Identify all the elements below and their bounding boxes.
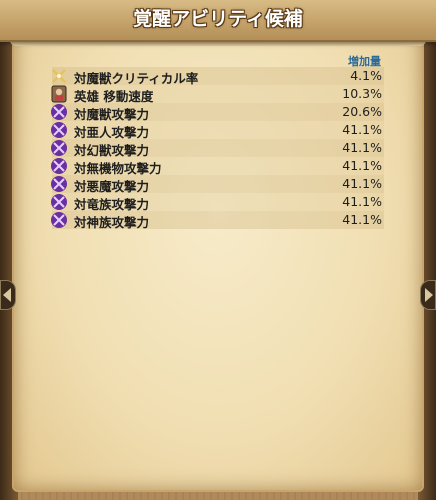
purple-sword-icon <box>51 104 67 120</box>
purple-sword-icon <box>51 176 67 192</box>
chevron-left-icon <box>3 288 11 302</box>
list-item[interactable]: 対魔獣攻撃力 20.6% <box>51 103 384 122</box>
title-bar: 覚醒アビリティ候補 <box>0 0 436 42</box>
list-item[interactable]: 対無機物攻撃力 41.1% <box>51 157 384 176</box>
prev-page-button[interactable] <box>0 280 16 310</box>
list-item[interactable]: 対神族攻撃力 41.1% <box>51 211 384 230</box>
list-item[interactable]: 対亜人攻撃力 41.1% <box>51 121 384 140</box>
ability-value: 41.1% <box>342 176 382 191</box>
purple-sword-icon <box>51 122 67 138</box>
list-item[interactable]: 対幻獣攻撃力 41.1% <box>51 139 384 158</box>
ability-value: 41.1% <box>342 122 382 137</box>
purple-sword-icon <box>51 194 67 210</box>
ability-name: 対神族攻撃力 <box>74 215 150 230</box>
ability-value: 41.1% <box>342 158 382 173</box>
hero-icon <box>51 85 67 103</box>
gold-sword-icon <box>52 69 66 83</box>
ability-value: 41.1% <box>342 212 382 227</box>
ability-value: 41.1% <box>342 140 382 155</box>
panel-title: 覚醒アビリティ候補 <box>133 8 303 30</box>
purple-sword-icon <box>51 158 67 174</box>
ability-value: 4.1% <box>350 68 382 83</box>
ability-list: 対魔獣クリティカル率 4.1% 英雄 移動速度 10.3% 対魔獣攻撃力 20.… <box>51 67 384 230</box>
list-item[interactable]: 対悪魔攻撃力 41.1% <box>51 175 384 194</box>
next-page-button[interactable] <box>420 280 436 310</box>
panel-frame: 覚醒アビリティ候補 増加量 対魔獣クリティカル率 4.1% 英雄 移動速度 10… <box>0 0 436 500</box>
list-item[interactable]: 対竜族攻撃力 41.1% <box>51 193 384 212</box>
purple-sword-icon <box>51 140 67 156</box>
chevron-right-icon <box>425 288 433 302</box>
list-item[interactable]: 対魔獣クリティカル率 4.1% <box>52 67 384 86</box>
ability-value: 41.1% <box>342 194 382 209</box>
ability-value: 10.3% <box>342 86 382 101</box>
list-item[interactable]: 英雄 移動速度 10.3% <box>51 85 384 104</box>
ability-value: 20.6% <box>342 104 382 119</box>
purple-sword-icon <box>51 212 67 228</box>
